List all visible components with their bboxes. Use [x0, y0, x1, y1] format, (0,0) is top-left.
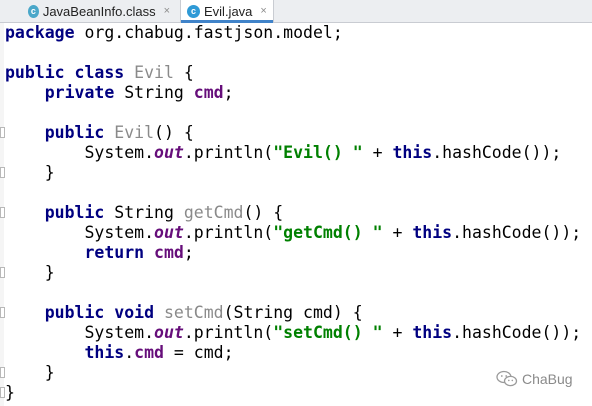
close-icon[interactable]: ×	[164, 5, 170, 17]
code-line[interactable]	[5, 43, 581, 63]
code-line[interactable]: }	[5, 383, 581, 403]
tab-label: JavaBeanInfo.class	[42, 3, 156, 19]
code-text: }	[5, 263, 55, 282]
code-text: }	[5, 383, 15, 402]
editor-gutter	[0, 23, 5, 406]
class-file-icon: c	[28, 4, 39, 18]
code-text: = cmd;	[163, 343, 234, 362]
code-editor[interactable]: package org.chabug.fastjson.model; public…	[0, 23, 592, 406]
code-line[interactable]: this.cmd = cmd;	[5, 343, 581, 363]
code-line[interactable]: public Evil() {	[5, 123, 581, 143]
code-text: ;	[183, 243, 194, 262]
keyword: public	[44, 203, 105, 222]
code-text: .	[124, 343, 135, 362]
code-text: +	[382, 323, 413, 342]
code-text: }	[5, 363, 55, 382]
tab-javabeaninfo-class[interactable]: c JavaBeanInfo.class ×	[28, 0, 170, 22]
code-text: () {	[243, 203, 284, 222]
code-text: +	[382, 223, 413, 242]
field-ref: cmd	[134, 343, 164, 362]
keyword: private	[44, 83, 115, 102]
static-field-ref: out	[154, 143, 184, 162]
code-line[interactable]: package org.chabug.fastjson.model;	[5, 23, 581, 43]
wechat-icon	[496, 370, 518, 387]
keyword: public	[44, 123, 105, 142]
code-line[interactable]: }	[5, 163, 581, 183]
declaration-name: setCmd	[163, 303, 224, 322]
code-line[interactable]: private String cmd;	[5, 83, 581, 103]
declaration-name: getCmd	[183, 203, 244, 222]
code-text: }	[5, 163, 55, 182]
keyword: public void	[44, 303, 155, 322]
code-line[interactable]: }	[5, 263, 581, 283]
code-text: .println(	[183, 143, 274, 162]
code-text: .hashCode());	[452, 223, 582, 242]
code-text: System.	[5, 323, 155, 342]
keyword: this	[412, 223, 453, 242]
close-icon[interactable]: ×	[260, 5, 266, 17]
code-text: () {	[154, 123, 194, 142]
source-code[interactable]: package org.chabug.fastjson.model; public…	[5, 23, 581, 403]
code-line[interactable]	[5, 183, 581, 203]
static-field-ref: out	[154, 223, 184, 242]
code-text: String	[104, 203, 184, 222]
code-line[interactable]: public void setCmd(String cmd) {	[5, 303, 581, 323]
code-line[interactable]: public String getCmd() {	[5, 203, 581, 223]
keyword: package	[5, 23, 75, 42]
keyword: this	[412, 323, 453, 342]
code-text: System.	[5, 223, 155, 242]
code-text: ;	[223, 83, 234, 102]
keyword: this	[392, 143, 433, 162]
code-text: .println(	[183, 223, 274, 242]
editor-tab-bar: c JavaBeanInfo.class × c Evil.java ×	[0, 0, 592, 23]
field-ref: cmd	[193, 83, 224, 102]
watermark: ChaBug	[496, 370, 573, 388]
code-text: {	[173, 63, 194, 82]
watermark-text: ChaBug	[522, 371, 573, 387]
code-line[interactable]: System.out.println("getCmd() " + this.ha…	[5, 223, 581, 243]
code-line[interactable]	[5, 103, 581, 123]
code-line[interactable]: System.out.println("Evil() " + this.hash…	[5, 143, 581, 163]
code-line[interactable]: public class Evil {	[5, 63, 581, 83]
keyword: return	[84, 243, 145, 262]
keyword: public class	[5, 63, 125, 82]
static-field-ref: out	[154, 323, 184, 342]
code-text: .hashCode());	[452, 323, 582, 342]
code-text: org.chabug.fastjson.model;	[74, 23, 343, 42]
code-text: .println(	[183, 323, 274, 342]
code-line[interactable]: System.out.println("setCmd() " + this.ha…	[5, 323, 581, 343]
string-literal: "setCmd() "	[273, 323, 383, 342]
code-line[interactable]: }	[5, 363, 581, 383]
code-line[interactable]	[5, 283, 581, 303]
code-text: System.	[5, 143, 155, 162]
code-text: .hashCode());	[432, 143, 562, 162]
tab-evil-java[interactable]: c Evil.java ×	[180, 0, 274, 23]
declaration-name: Evil	[114, 123, 155, 142]
keyword: this	[84, 343, 125, 362]
code-line[interactable]: return cmd;	[5, 243, 581, 263]
code-text: +	[362, 143, 393, 162]
tab-label: Evil.java	[204, 3, 253, 19]
java-class-icon: c	[187, 4, 200, 18]
field-ref: cmd	[154, 243, 184, 262]
code-text: String	[114, 83, 194, 102]
string-literal: "getCmd() "	[273, 223, 383, 242]
declaration-name: Evil	[134, 63, 174, 82]
code-text: (String cmd) {	[223, 303, 363, 322]
string-literal: "Evil() "	[273, 143, 363, 162]
